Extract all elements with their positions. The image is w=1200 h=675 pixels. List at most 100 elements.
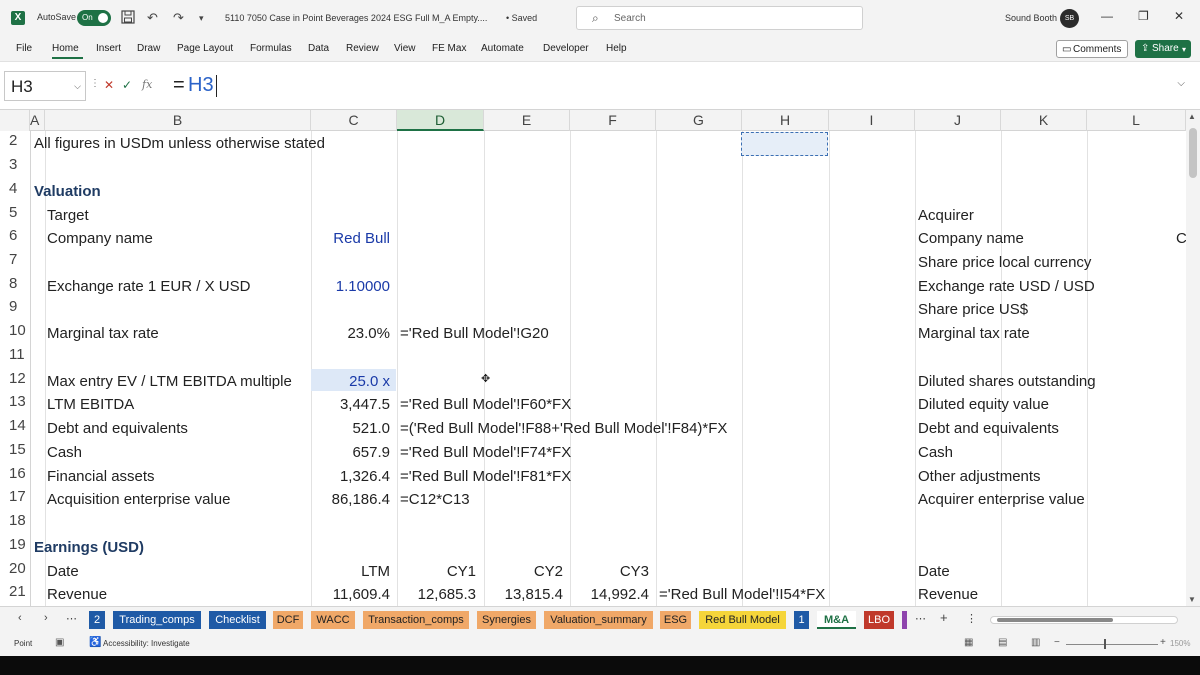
accessibility-status[interactable]: Accessibility: Investigate — [103, 639, 190, 648]
cell-j14[interactable]: Debt and equivalents — [918, 417, 1059, 440]
cell-b12[interactable]: Max entry EV / LTM EBITDA multiple — [47, 370, 292, 393]
menu-data[interactable]: Data — [308, 43, 329, 54]
cell-b14[interactable]: Debt and equivalents — [47, 417, 188, 440]
column-header-j[interactable]: J — [915, 110, 1001, 131]
cell-j17[interactable]: Acquirer enterprise value — [918, 488, 1085, 511]
cell-c10[interactable]: 23.0% — [311, 322, 390, 345]
row-header[interactable]: 12 — [0, 370, 30, 387]
cell-a19[interactable]: Earnings (USD) — [34, 536, 144, 559]
menu-draw[interactable]: Draw — [137, 43, 160, 54]
save-icon[interactable] — [121, 10, 135, 28]
column-header-l[interactable]: L — [1087, 110, 1186, 131]
cell-c12[interactable]: 25.0 x — [311, 370, 390, 393]
cell-e20[interactable]: CY2 — [484, 560, 563, 583]
normal-view-icon[interactable]: ▦ — [964, 637, 973, 648]
cell-j6[interactable]: Company name — [918, 227, 1024, 250]
cell-c20[interactable]: LTM — [311, 560, 390, 583]
more-tabs-icon[interactable]: ⋯ — [66, 612, 77, 625]
page-break-view-icon[interactable]: ▥ — [1031, 637, 1040, 648]
row-header[interactable]: 16 — [0, 465, 30, 482]
cell-c8[interactable]: 1.10000 — [311, 275, 390, 298]
tab-lbo[interactable]: LBO — [864, 611, 894, 629]
tab-red-bull-model[interactable]: Red Bull Model — [699, 611, 786, 629]
column-header-e[interactable]: E — [484, 110, 570, 131]
cell-j12[interactable]: Diluted shares outstanding — [918, 370, 1096, 393]
select-all-corner[interactable] — [0, 110, 30, 131]
macro-record-icon[interactable]: ▣ — [55, 637, 64, 648]
cell-g21[interactable]: ='Red Bull Model'!I54*FX — [659, 583, 825, 606]
column-header-g[interactable]: G — [656, 110, 742, 131]
zoom-in-icon[interactable]: + — [1160, 637, 1166, 648]
column-header-f[interactable]: F — [570, 110, 656, 131]
cell-j5[interactable]: Acquirer — [918, 204, 974, 227]
row-header[interactable]: 14 — [0, 417, 30, 434]
column-header-i[interactable]: I — [829, 110, 915, 131]
menu-view[interactable]: View — [394, 43, 416, 54]
expand-formula-icon[interactable]: ⌵ — [1177, 78, 1185, 89]
cell-b21[interactable]: Revenue — [47, 583, 107, 606]
tab-transaction-comps[interactable]: Transaction_comps — [363, 611, 469, 629]
cell-b16[interactable]: Financial assets — [47, 465, 155, 488]
cell-j13[interactable]: Diluted equity value — [918, 393, 1049, 416]
cell-c13[interactable]: 3,447.5 — [311, 393, 390, 416]
menu-file[interactable]: File — [16, 43, 32, 54]
tab-scroll-left-icon[interactable]: ‹ — [18, 612, 22, 624]
cell-f20[interactable]: CY3 — [570, 560, 649, 583]
autosave-toggle[interactable]: On — [77, 10, 111, 26]
redo-icon[interactable]: ↷ — [173, 10, 184, 26]
tab-synergies[interactable]: Synergies — [477, 611, 536, 629]
row-header[interactable]: 18 — [0, 512, 30, 529]
cell-j8[interactable]: Exchange rate USD / USD — [918, 275, 1095, 298]
menu-help[interactable]: Help — [606, 43, 627, 54]
row-header[interactable]: 21 — [0, 583, 30, 600]
cell-b15[interactable]: Cash — [47, 441, 82, 464]
row-header[interactable]: 10 — [0, 322, 30, 339]
worksheet-grid[interactable]: A B C D E F G H I J K L 2 3 4 5 6 7 8 9 … — [0, 110, 1200, 606]
cancel-icon[interactable]: ✕ — [104, 78, 114, 92]
cell-c14[interactable]: 521.0 — [311, 417, 390, 440]
cell-j21[interactable]: Revenue — [918, 583, 978, 606]
cell-b17[interactable]: Acquisition enterprise value — [47, 488, 230, 511]
cell-b20[interactable]: Date — [47, 560, 79, 583]
options-icon[interactable]: ⋮ — [966, 612, 977, 625]
close-icon[interactable]: ✕ — [1174, 9, 1184, 23]
cell-b8[interactable]: Exchange rate 1 EUR / X USD — [47, 275, 250, 298]
row-header[interactable]: 11 — [0, 346, 30, 363]
enter-icon[interactable]: ✓ — [122, 78, 132, 92]
insert-function-icon[interactable]: fx — [142, 78, 152, 91]
quick-access-dropdown-icon[interactable]: ▾ — [199, 10, 204, 26]
cell-d13[interactable]: ='Red Bull Model'!F60*FX — [400, 393, 571, 416]
avatar[interactable]: SB — [1060, 9, 1079, 28]
menu-review[interactable]: Review — [346, 43, 379, 54]
row-header[interactable]: 13 — [0, 393, 30, 410]
row-header[interactable]: 5 — [0, 204, 30, 221]
menu-page-layout[interactable]: Page Layout — [177, 43, 233, 54]
tab-m-and-a[interactable]: M&A — [817, 611, 856, 629]
row-header[interactable]: 17 — [0, 488, 30, 505]
tab-checklist[interactable]: Checklist — [209, 611, 266, 629]
column-header-k[interactable]: K — [1001, 110, 1087, 131]
tab-wacc[interactable]: WACC — [311, 611, 355, 629]
row-header[interactable]: 7 — [0, 251, 30, 268]
row-header[interactable]: 19 — [0, 536, 30, 553]
zoom-level[interactable]: 150% — [1170, 639, 1190, 648]
cell-f21[interactable]: 14,992.4 — [570, 583, 649, 606]
cell-e21[interactable]: 13,815.4 — [484, 583, 563, 606]
formula-input[interactable]: = H3 ⌵ — [158, 71, 1193, 101]
cell-b6[interactable]: Company name — [47, 227, 153, 250]
cell-j15[interactable]: Cash — [918, 441, 953, 464]
row-header[interactable]: 20 — [0, 560, 30, 577]
cell-a2[interactable]: All figures in USDm unless otherwise sta… — [34, 132, 325, 155]
cell-d17[interactable]: =C12*C13 — [400, 488, 470, 511]
undo-icon[interactable]: ↶ — [147, 10, 158, 26]
user-name[interactable]: Sound Booth — [1005, 13, 1057, 23]
add-sheet-icon[interactable]: + — [940, 610, 948, 625]
cell-j7[interactable]: Share price local currency — [918, 251, 1091, 274]
vertical-scrollbar[interactable]: ▲ ▼ — [1186, 110, 1200, 606]
cell-j9[interactable]: Share price US$ — [918, 298, 1028, 321]
cell-j10[interactable]: Marginal tax rate — [918, 322, 1030, 345]
selected-cell-h3[interactable] — [741, 132, 828, 156]
page-layout-view-icon[interactable]: ▤ — [998, 637, 1007, 648]
cell-b13[interactable]: LTM EBITDA — [47, 393, 134, 416]
cell-d16[interactable]: ='Red Bull Model'!F81*FX — [400, 465, 571, 488]
